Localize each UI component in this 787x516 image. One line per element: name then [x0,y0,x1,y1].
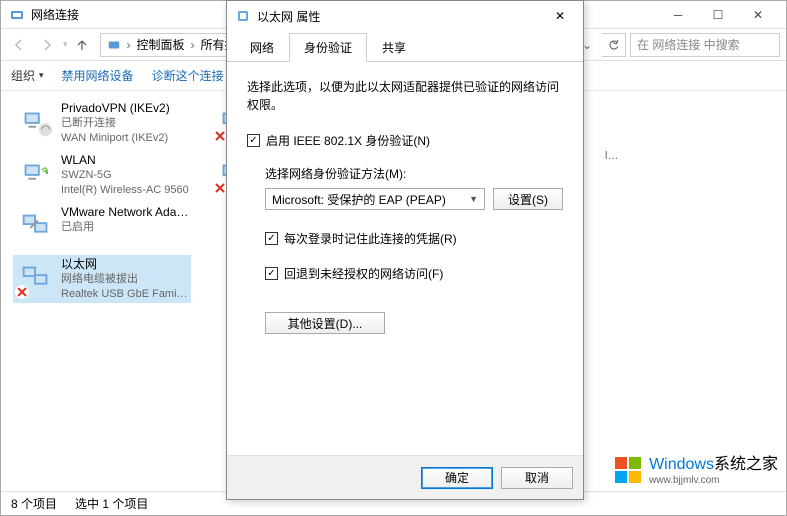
network-icon [15,257,57,299]
connection-device: l Ar... [605,149,619,164]
connection-item[interactable]: l Ar... [603,147,621,195]
dropdown-value: Microsoft: 受保护的 EAP (PEAP) [272,191,446,208]
dialog-description: 选择此选项，以便为此以太网适配器提供已验证的网络访问权限。 [247,78,563,114]
remember-credentials-checkbox[interactable]: 每次登录时记住此连接的凭据(R) [265,230,563,247]
checkbox-icon [265,267,278,280]
nav-up-button[interactable] [72,35,92,55]
maximize-button[interactable]: ☐ [698,2,738,28]
breadcrumb-separator: › [125,38,133,52]
error-icon [15,285,29,299]
watermark-suffix: 系统之家 [714,456,778,473]
connection-name: VMware Network Adapter VMnet8 [61,205,189,220]
connection-device: WAN Miniport (IKEv2) [61,131,170,146]
search-placeholder: 在 网络连接 中搜索 [637,36,740,53]
connection-device: Intel(R) Wireless-AC 9560 [61,183,189,198]
app-icon [9,7,25,23]
connection-name: PrivadoVPN (IKEv2) [61,101,170,116]
nav-history-dropdown[interactable]: ▾ [63,39,68,50]
selected-count: 选中 1 个项目 [75,495,148,512]
breadcrumb-item[interactable]: 控制面板 [137,36,185,53]
other-settings-button[interactable]: 其他设置(D)... [265,312,385,334]
chevron-down-icon: ▼ [469,194,478,204]
search-input[interactable]: 在 网络连接 中搜索 [630,33,780,57]
fallback-checkbox[interactable]: 回退到未经授权的网络访问(F) [265,265,563,282]
checkbox-label: 启用 IEEE 802.1X 身份验证(N) [266,132,430,149]
checkbox-icon [265,232,278,245]
watermark-brand: Windows [649,456,714,473]
dialog-close-button[interactable]: ✕ [545,4,575,28]
tab-sharing[interactable]: 共享 [367,33,421,62]
dialog-footer: 确定 取消 [227,455,583,499]
ok-button[interactable]: 确定 [421,467,493,489]
tab-authentication[interactable]: 身份验证 [289,33,367,62]
item-count: 8 个项目 [11,495,57,512]
error-icon [213,181,227,195]
connection-name: 以太网 [61,257,189,272]
network-icon [15,153,57,195]
tab-network[interactable]: 网络 [235,33,289,62]
dialog-body: 选择此选项，以便为此以太网适配器提供已验证的网络访问权限。 启用 IEEE 80… [227,62,583,455]
breadcrumb-separator: › [189,38,197,52]
watermark: Windows系统之家 www.bjjmlv.com [613,455,778,487]
minimize-button[interactable]: ─ [658,2,698,28]
dialog-title: 以太网 属性 [257,8,545,25]
checkbox-label: 每次登录时记住此连接的凭据(R) [284,230,457,247]
cancel-button[interactable]: 取消 [501,467,573,489]
nav-forward-button[interactable] [35,33,59,57]
windows-logo-icon [613,455,645,487]
checkbox-icon [247,134,260,147]
connection-status: 网络电缆被拔出 [61,272,189,287]
error-icon [213,129,227,143]
enable-8021x-checkbox[interactable]: 启用 IEEE 802.1X 身份验证(N) [247,132,563,149]
properties-dialog: 以太网 属性 ✕ 网络 身份验证 共享 选择此选项，以便为此以太网适配器提供已验… [226,0,584,500]
method-label: 选择网络身份验证方法(M): [265,165,563,182]
connection-item-selected[interactable]: 以太网 网络电缆被拔出 Realtek USB GbE Family Con [13,255,191,303]
connection-name: WLAN [61,153,189,168]
location-icon [107,38,121,52]
dialog-icon [235,8,251,24]
connection-status: 已启用 [61,220,189,235]
organize-menu[interactable]: 组织 ▾ [11,67,44,84]
connection-device: Realtek USB GbE Family Con [61,287,189,302]
settings-button[interactable]: 设置(S) [493,188,563,210]
dialog-tabs: 网络 身份验证 共享 [227,33,583,62]
auth-method-dropdown[interactable]: Microsoft: 受保护的 EAP (PEAP) ▼ [265,188,485,210]
close-button[interactable]: ✕ [738,2,778,28]
dialog-titlebar[interactable]: 以太网 属性 ✕ [227,1,583,31]
refresh-button[interactable] [602,33,626,57]
connection-item[interactable]: WLAN SWZN-5G Intel(R) Wireless-AC 9560 [13,151,211,199]
checkbox-label: 回退到未经授权的网络访问(F) [284,265,443,282]
connection-item[interactable]: PrivadoVPN (IKEv2) 已断开连接 WAN Miniport (I… [13,99,211,147]
watermark-url: www.bjjmlv.com [649,475,778,487]
disable-device-button[interactable]: 禁用网络设备 [62,67,134,84]
nav-back-button[interactable] [7,33,31,57]
network-icon [15,101,57,143]
connection-status: 已断开连接 [61,116,170,131]
connection-item[interactable]: VMware Network Adapter VMnet8 已启用 [13,203,191,251]
diagnose-button[interactable]: 诊断这个连接 [152,67,224,84]
connection-status: SWZN-5G [61,168,189,183]
network-icon [15,205,57,247]
